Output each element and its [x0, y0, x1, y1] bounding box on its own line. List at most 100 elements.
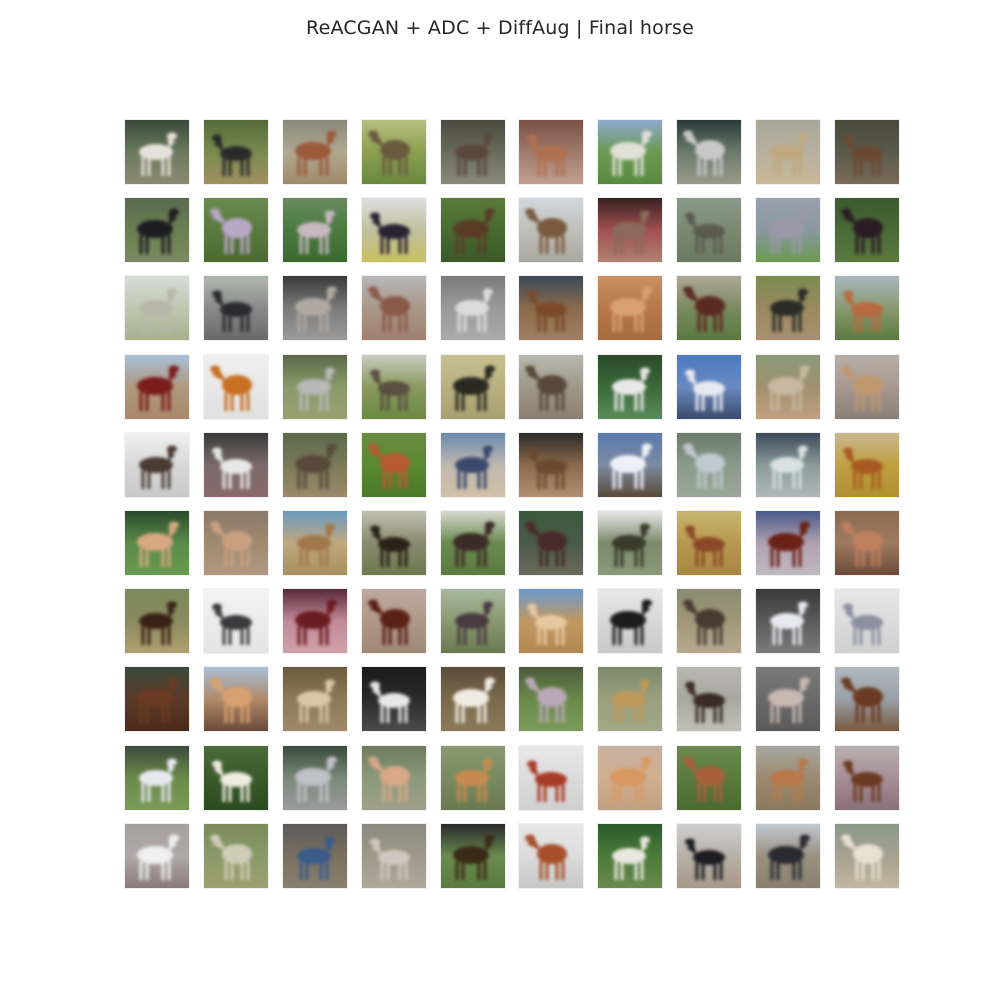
sample-tile — [203, 432, 268, 497]
sample-tile — [598, 432, 663, 497]
horse-sample-image — [440, 745, 505, 810]
horse-sample-image — [282, 510, 347, 575]
sample-tile — [282, 276, 347, 341]
sample-tile — [440, 276, 505, 341]
horse-sample-image — [125, 276, 189, 341]
sample-tile — [519, 276, 584, 341]
sample-tile — [203, 745, 268, 810]
sample-tile — [756, 354, 821, 419]
horse-sample-image — [282, 198, 347, 263]
sample-tile — [756, 120, 821, 184]
horse-sample-image — [440, 432, 505, 497]
horse-sample-image — [203, 823, 268, 888]
sample-tile — [203, 589, 268, 654]
horse-sample-image — [598, 276, 663, 341]
sample-tile — [361, 745, 426, 810]
horse-sample-image — [440, 667, 505, 732]
sample-tile — [361, 120, 426, 184]
horse-sample-image — [125, 120, 189, 184]
horse-sample-image — [125, 432, 189, 497]
sample-tile — [361, 823, 426, 888]
sample-tile — [835, 667, 900, 732]
sample-tile — [282, 120, 347, 184]
horse-sample-image — [519, 823, 584, 888]
horse-sample-image — [125, 589, 189, 654]
horse-sample-image — [677, 510, 742, 575]
sample-tile — [361, 589, 426, 654]
sample-tile — [835, 823, 900, 888]
sample-tile — [756, 667, 821, 732]
horse-sample-image — [519, 745, 584, 810]
horse-sample-image — [440, 120, 505, 184]
horse-sample-image — [361, 823, 426, 888]
horse-sample-image — [440, 589, 505, 654]
sample-tile — [125, 354, 189, 419]
sample-tile — [598, 276, 663, 341]
sample-tile — [756, 745, 821, 810]
sample-tile — [282, 823, 347, 888]
horse-sample-image — [203, 432, 268, 497]
sample-tile — [835, 432, 900, 497]
sample-tile — [203, 276, 268, 341]
sample-tile — [282, 198, 347, 263]
sample-tile — [282, 589, 347, 654]
horse-sample-image — [756, 120, 821, 184]
horse-sample-image — [835, 589, 900, 654]
sample-tile — [361, 667, 426, 732]
horse-sample-image — [519, 510, 584, 575]
sample-tile — [440, 589, 505, 654]
horse-sample-image — [519, 667, 584, 732]
horse-sample-image — [361, 276, 426, 341]
horse-sample-image — [677, 589, 742, 654]
horse-sample-image — [519, 589, 584, 654]
sample-tile — [677, 589, 742, 654]
horse-sample-image — [203, 510, 268, 575]
sample-tile — [125, 198, 189, 263]
horse-sample-image — [440, 510, 505, 575]
sample-tile — [282, 432, 347, 497]
horse-sample-image — [440, 823, 505, 888]
horse-sample-image — [598, 354, 663, 419]
sample-tile — [677, 198, 742, 263]
horse-sample-image — [756, 823, 821, 888]
sample-tile — [440, 354, 505, 419]
horse-sample-image — [203, 745, 268, 810]
horse-sample-image — [677, 198, 742, 263]
horse-sample-image — [519, 198, 584, 263]
sample-tile — [519, 198, 584, 263]
sample-tile — [598, 198, 663, 263]
sample-tile — [282, 354, 347, 419]
sample-tile — [125, 667, 189, 732]
sample-tile — [519, 510, 584, 575]
horse-sample-image — [203, 354, 268, 419]
sample-tile — [677, 667, 742, 732]
horse-sample-image — [677, 667, 742, 732]
sample-tile — [835, 120, 900, 184]
sample-tile — [835, 745, 900, 810]
horse-sample-image — [756, 745, 821, 810]
sample-tile — [282, 745, 347, 810]
horse-sample-image — [677, 354, 742, 419]
sample-tile — [125, 510, 189, 575]
horse-sample-image — [282, 667, 347, 732]
sample-tile — [756, 589, 821, 654]
sample-tile — [519, 354, 584, 419]
sample-tile — [440, 432, 505, 497]
sample-tile — [598, 510, 663, 575]
sample-tile — [835, 198, 900, 263]
sample-tile — [677, 510, 742, 575]
sample-tile — [598, 745, 663, 810]
sample-tile — [282, 667, 347, 732]
horse-sample-image — [598, 667, 663, 732]
horse-sample-image — [519, 432, 584, 497]
horse-sample-image — [756, 276, 821, 341]
sample-tile — [282, 510, 347, 575]
horse-sample-image — [203, 276, 268, 341]
sample-tile — [756, 276, 821, 341]
horse-sample-image — [677, 432, 742, 497]
sample-tile — [519, 667, 584, 732]
horse-sample-image — [835, 276, 900, 341]
horse-sample-image — [282, 589, 347, 654]
horse-sample-image — [598, 198, 663, 263]
horse-sample-image — [282, 745, 347, 810]
